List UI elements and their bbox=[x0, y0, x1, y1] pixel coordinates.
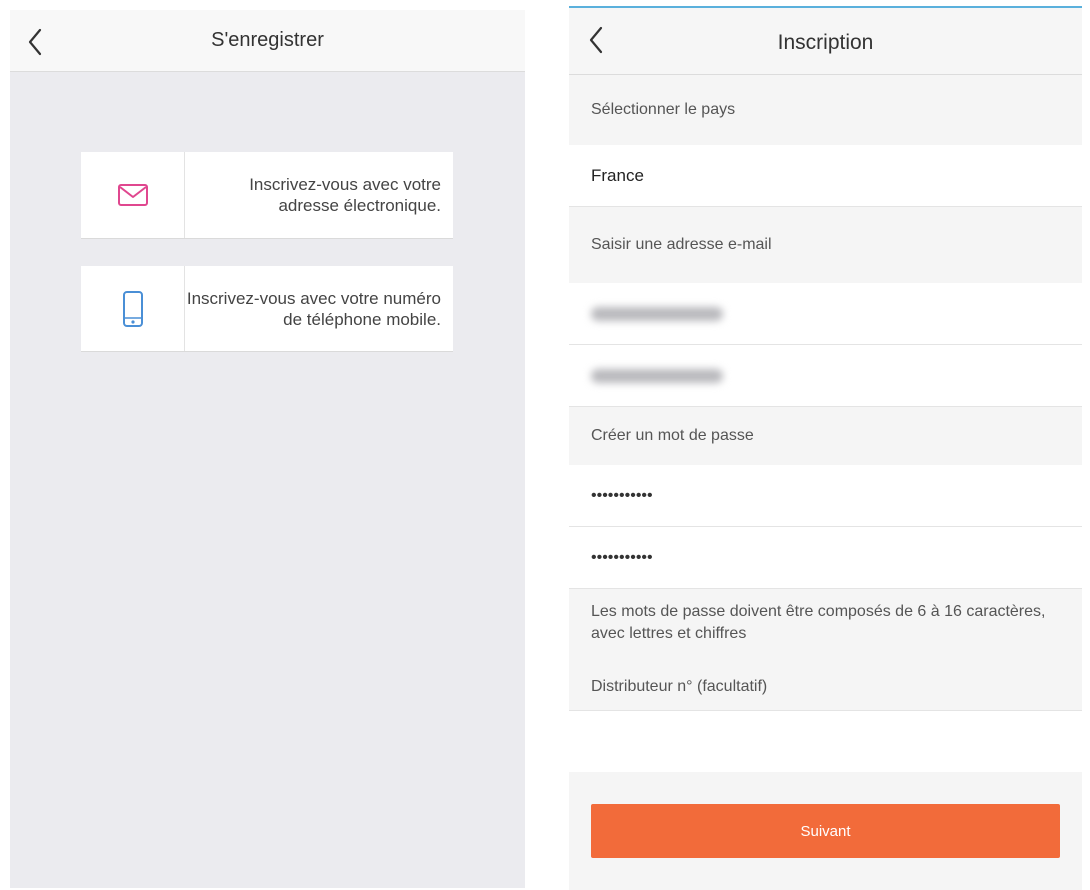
envelope-icon bbox=[81, 152, 185, 238]
password-value: ••••••••••• bbox=[591, 486, 653, 504]
email-section-label: Saisir une adresse e-mail bbox=[569, 207, 1082, 283]
page-title: Inscription bbox=[777, 31, 874, 54]
distributor-field[interactable]: Distributeur n° (facultatif) bbox=[569, 663, 1082, 711]
confirm-email-field[interactable] bbox=[569, 345, 1082, 407]
page-title: S'enregistrer bbox=[211, 29, 324, 51]
smartphone-icon bbox=[81, 266, 185, 351]
blurred-email-value bbox=[591, 368, 723, 383]
password-section-label: Créer un mot de passe bbox=[569, 407, 1082, 465]
registration-form-screen: Inscription Sélectionner le pays France … bbox=[569, 6, 1082, 890]
blurred-email-value bbox=[591, 306, 723, 321]
confirm-password-field[interactable]: ••••••••••• bbox=[569, 527, 1082, 589]
header-bar: S'enregistrer bbox=[10, 10, 525, 72]
register-method-screen: S'enregistrer Inscrivez-vous avec votre … bbox=[10, 10, 525, 888]
email-option-label: Inscrivez-vous avec votre adresse électr… bbox=[249, 175, 441, 215]
password-hint: Les mots de passe doivent être composés … bbox=[591, 603, 1046, 642]
country-section-label: Sélectionner le pays bbox=[569, 75, 1082, 145]
register-with-email-option[interactable]: Inscrivez-vous avec votre adresse électr… bbox=[81, 152, 453, 239]
register-with-phone-option[interactable]: Inscrivez-vous avec votre numéro de télé… bbox=[81, 266, 453, 352]
next-button[interactable]: Suivant bbox=[591, 804, 1060, 858]
phone-option-label: Inscrivez-vous avec votre numéro de télé… bbox=[186, 288, 441, 329]
confirm-password-value: ••••••••••• bbox=[591, 548, 653, 566]
email-field[interactable] bbox=[569, 283, 1082, 345]
password-field[interactable]: ••••••••••• bbox=[569, 465, 1082, 527]
country-select[interactable]: France bbox=[569, 145, 1082, 207]
header-bar: Inscription bbox=[569, 8, 1082, 75]
footer-area: Suivant bbox=[569, 772, 1082, 890]
